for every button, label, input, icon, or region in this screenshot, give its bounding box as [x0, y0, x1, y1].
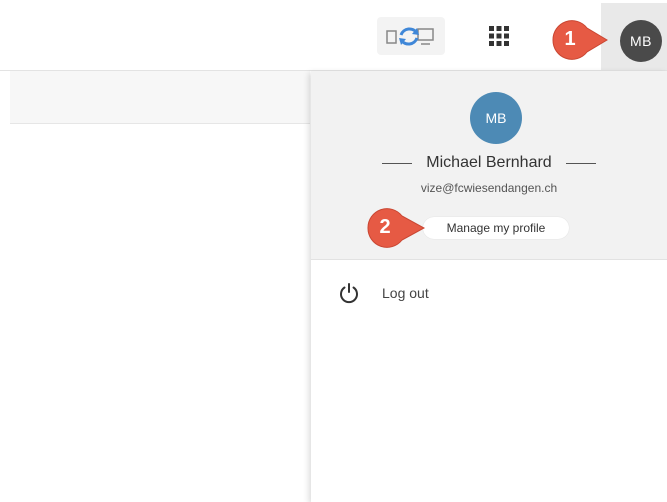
name-divider-left	[382, 162, 413, 164]
account-avatar[interactable]: MB	[620, 20, 662, 62]
profile-email: vize@fcwiesendangen.ch	[420, 181, 558, 195]
content-toolbar	[10, 71, 310, 124]
callout-marker-1: 1	[549, 17, 608, 61]
callout-number: 2	[379, 215, 391, 238]
device-sync-button[interactable]	[377, 17, 445, 55]
callout-number: 1	[564, 27, 576, 50]
logout-label: Log out	[382, 285, 429, 301]
profile-name-row: Michael Bernhard	[311, 151, 667, 175]
power-icon	[340, 283, 358, 304]
profile-avatar: MB	[470, 92, 522, 144]
name-divider-right	[565, 162, 596, 164]
callout-marker-2: 2	[364, 205, 426, 249]
profile-name: Michael Bernhard	[426, 154, 552, 171]
profile-dropdown-panel: MB Michael Bernhard vize@fcwiesendangen.…	[311, 71, 667, 502]
app-grid-icon	[489, 26, 509, 46]
device-sync-icon	[386, 27, 434, 46]
manage-profile-button[interactable]: Manage my profile	[423, 217, 569, 239]
apps-grid-button[interactable]	[484, 22, 514, 50]
logout-menu-item[interactable]: Log out	[311, 276, 667, 312]
top-bar: MB 1	[0, 0, 667, 70]
